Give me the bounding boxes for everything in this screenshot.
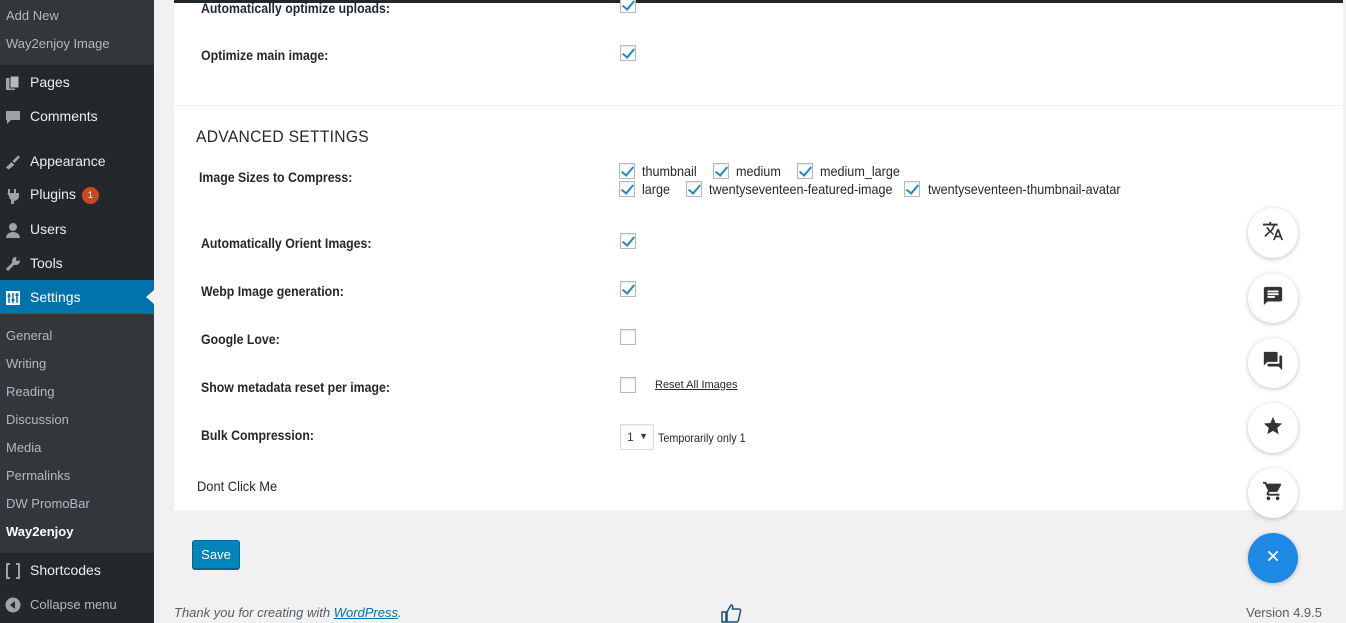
fab-chat[interactable] — [1248, 273, 1298, 323]
footer-version: Version 4.9.5 — [1246, 605, 1322, 620]
size-large-checkbox[interactable] — [619, 181, 635, 197]
size-medium-label: medium — [736, 163, 781, 179]
basic-settings-panel: Automatically optimize uploads: Optimize… — [174, 0, 1343, 105]
menu-appearance[interactable]: Appearance — [0, 144, 154, 178]
fab-forum[interactable] — [1248, 338, 1298, 388]
fab-close[interactable] — [1248, 533, 1298, 583]
submenu-permalinks[interactable]: Permalinks — [6, 468, 70, 483]
menu-tools-label: Tools — [30, 255, 63, 271]
auto-optimize-label: Automatically optimize uploads: — [201, 0, 390, 16]
size-featured-image-checkbox[interactable] — [686, 181, 702, 197]
shortcodes-icon — [4, 562, 21, 579]
metadata-reset-checkbox[interactable] — [620, 377, 636, 393]
size-thumbnail-checkbox[interactable] — [619, 163, 635, 179]
collapse-icon — [4, 596, 21, 613]
size-medium-checkbox[interactable] — [713, 163, 729, 179]
plugins-update-badge: 1 — [81, 187, 99, 204]
menu-plugins-label: Plugins 1 — [30, 186, 99, 204]
menu-tools[interactable]: Tools — [0, 246, 154, 280]
submenu-general[interactable]: General — [6, 328, 52, 343]
star-icon — [1262, 415, 1284, 442]
footer-thanks: Thank you for creating with WordPress. — [174, 605, 402, 620]
forum-icon — [1262, 350, 1284, 377]
bulk-compression-select[interactable]: 1 ▼ — [620, 424, 654, 450]
footer-thanks-text: Thank you for creating with — [174, 605, 334, 620]
menu-settings-label: Settings — [30, 289, 81, 305]
comments-icon — [4, 108, 21, 125]
metadata-reset-label: Show metadata reset per image: — [201, 379, 390, 395]
menu-comments-label: Comments — [30, 108, 98, 124]
dont-click-me-link[interactable]: Dont Click Me — [197, 478, 277, 494]
menu-users-label: Users — [30, 221, 67, 237]
webp-checkbox[interactable] — [620, 281, 636, 297]
pages-icon — [4, 74, 21, 91]
settings-submenu — [0, 314, 154, 553]
menu-comments[interactable]: Comments — [0, 99, 154, 133]
google-love-label: Google Love: — [201, 331, 280, 347]
submenu-dw-promobar[interactable]: DW PromoBar — [6, 496, 90, 511]
webp-label: Webp Image generation: — [201, 283, 344, 299]
size-thumbnail-avatar-checkbox[interactable] — [904, 181, 920, 197]
menu-shortcodes-label: Shortcodes — [30, 562, 101, 578]
submenu-discussion[interactable]: Discussion — [6, 412, 69, 427]
collapse-menu[interactable]: Collapse menu — [0, 587, 154, 621]
size-featured-image-label: twentyseventeen-featured-image — [709, 181, 893, 197]
bulk-compression-note: Temporarily only 1 — [658, 431, 746, 445]
admin-sidebar: Add New Way2enjoy Image Pages Comments A… — [0, 0, 154, 623]
reset-all-images-link[interactable]: Reset All Images — [655, 379, 738, 391]
appearance-icon — [4, 153, 21, 170]
submenu-way2enjoy[interactable]: Way2enjoy — [6, 524, 73, 539]
bulk-compression-label: Bulk Compression: — [201, 427, 314, 443]
submenu-add-new[interactable]: Add New — [6, 8, 59, 23]
collapse-menu-label: Collapse menu — [30, 596, 117, 612]
menu-shortcodes[interactable]: Shortcodes — [0, 553, 154, 587]
tools-icon — [4, 255, 21, 272]
translate-icon — [1262, 220, 1284, 247]
bulk-compression-value: 1 — [627, 430, 634, 444]
submenu-way2enjoy-image[interactable]: Way2enjoy Image — [6, 36, 110, 51]
wordpress-link[interactable]: WordPress — [334, 605, 398, 620]
size-medium-large-label: medium_large — [820, 163, 900, 179]
menu-pages[interactable]: Pages — [0, 65, 154, 99]
fab-cart[interactable] — [1248, 468, 1298, 518]
advanced-settings-heading: ADVANCED SETTINGS — [196, 127, 370, 146]
fab-translate[interactable] — [1248, 208, 1298, 258]
menu-plugins[interactable]: Plugins 1 — [0, 178, 154, 212]
optimize-main-label: Optimize main image: — [201, 47, 329, 63]
google-love-checkbox[interactable] — [620, 329, 636, 345]
cart-icon — [1262, 480, 1284, 507]
save-button[interactable]: Save — [192, 540, 240, 569]
submenu-media[interactable]: Media — [6, 440, 41, 455]
thumbs-up-icon[interactable] — [720, 603, 742, 623]
size-large-label: large — [642, 181, 671, 197]
size-medium-large-checkbox[interactable] — [797, 163, 813, 179]
menu-appearance-label: Appearance — [30, 153, 106, 169]
settings-icon — [4, 289, 21, 306]
orient-images-checkbox[interactable] — [620, 233, 636, 249]
chevron-down-icon: ▼ — [639, 431, 648, 441]
footer-thanks-suffix: . — [398, 605, 402, 620]
active-menu-arrow — [146, 290, 154, 304]
optimize-main-checkbox[interactable] — [620, 45, 636, 61]
size-thumbnail-label: thumbnail — [642, 163, 697, 179]
users-icon — [4, 221, 21, 238]
size-thumbnail-avatar-label: twentyseventeen-thumbnail-avatar — [928, 181, 1121, 197]
auto-optimize-checkbox[interactable] — [620, 0, 636, 13]
submenu-reading[interactable]: Reading — [6, 384, 54, 399]
menu-users[interactable]: Users — [0, 212, 154, 246]
advanced-settings-panel: ADVANCED SETTINGS Image Sizes to Compres… — [174, 106, 1343, 510]
fab-star[interactable] — [1248, 403, 1298, 453]
plugins-icon — [4, 187, 21, 204]
orient-images-label: Automatically Orient Images: — [201, 235, 372, 251]
close-icon — [1265, 548, 1281, 569]
submenu-writing[interactable]: Writing — [6, 356, 46, 371]
menu-pages-label: Pages — [30, 74, 70, 90]
chat-icon — [1262, 285, 1284, 312]
image-sizes-label: Image Sizes to Compress: — [199, 169, 353, 185]
menu-settings[interactable]: Settings — [0, 280, 154, 314]
